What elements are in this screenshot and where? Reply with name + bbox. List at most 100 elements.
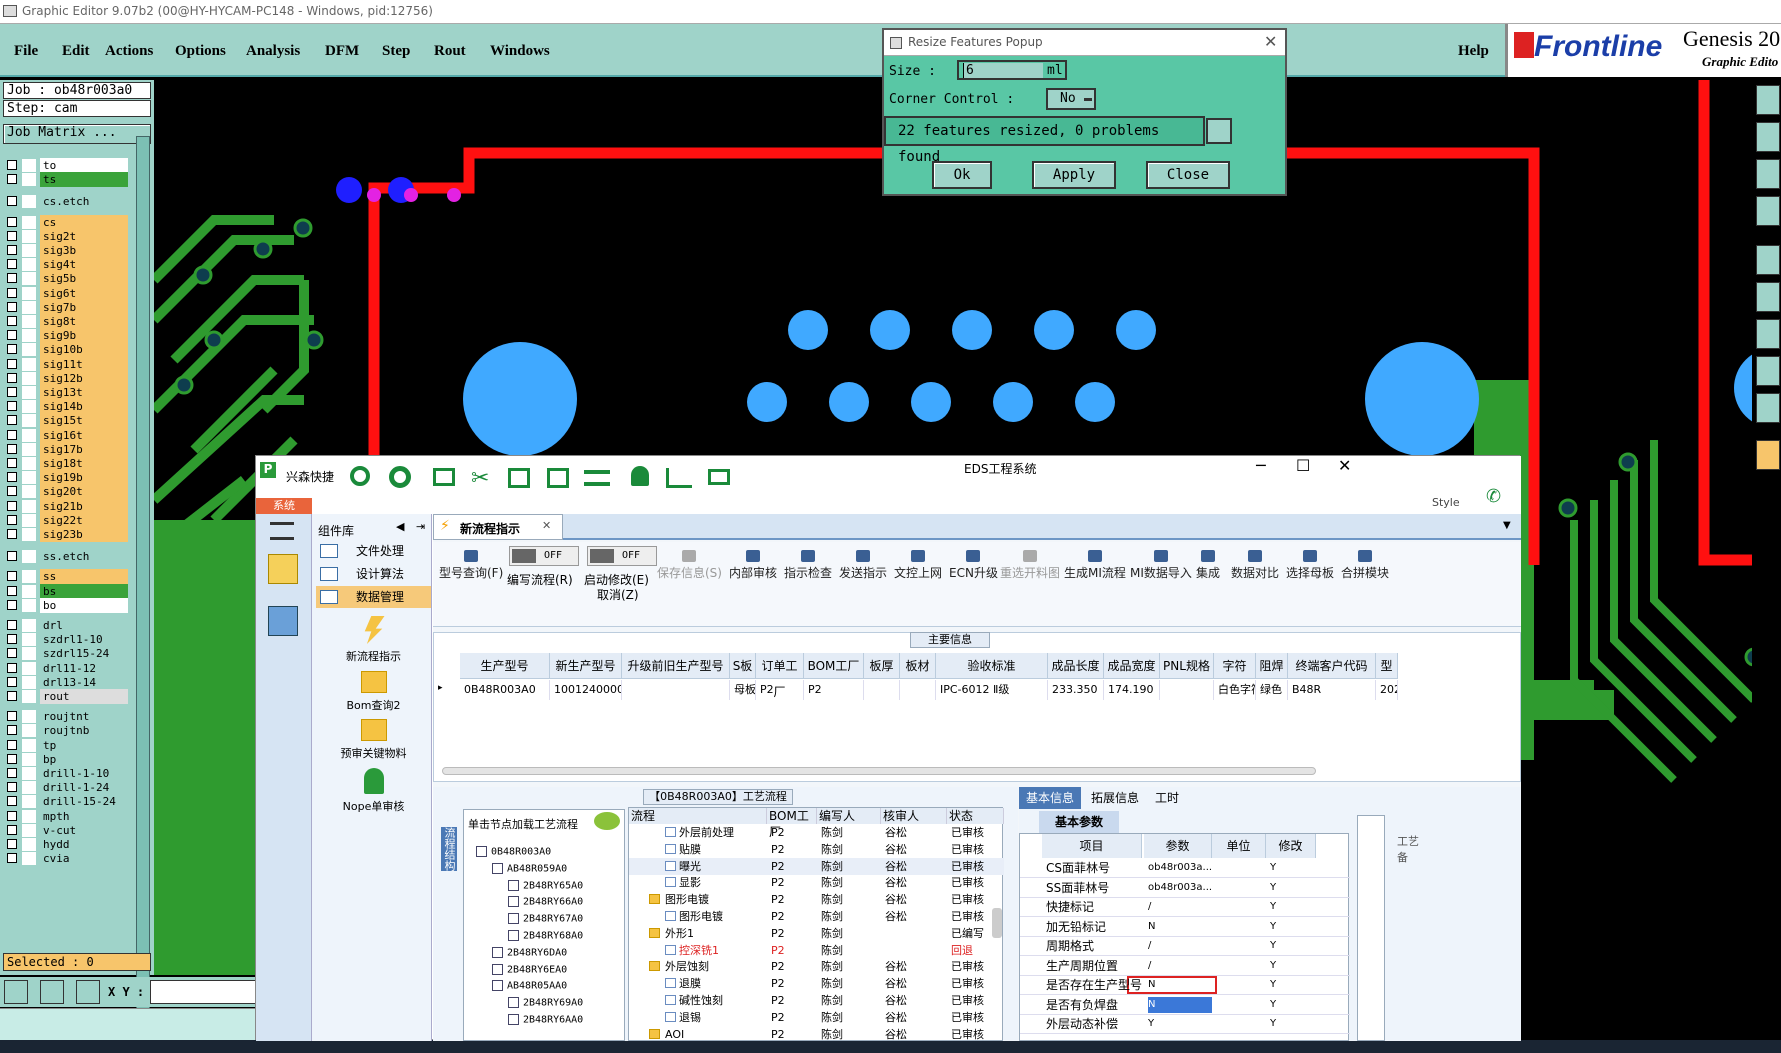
mi-import-button[interactable]: MI数据导入 <box>1130 550 1192 581</box>
size-input[interactable]: 6 <box>963 63 1043 78</box>
tree-checkbox[interactable] <box>492 862 503 874</box>
tab-dropdown-icon[interactable]: ▼ <box>1503 520 1511 531</box>
flow-row[interactable]: AOI P2 陈剑 谷松 已审核 <box>629 1026 1004 1043</box>
grid-cell[interactable]: 绿色 <box>1256 680 1288 700</box>
layer-row[interactable]: sig18t <box>5 456 128 471</box>
tree-checkbox[interactable] <box>508 930 519 941</box>
layer-checkbox[interactable] <box>7 620 17 630</box>
tree-node[interactable]: 2B48RY67A0 <box>508 913 583 925</box>
layer-checkbox[interactable] <box>7 782 17 793</box>
big-nope-review[interactable]: Nope单审核 <box>316 768 431 814</box>
param-column-header[interactable]: 修改 <box>1266 834 1316 858</box>
menu-actions[interactable]: Actions <box>105 43 153 60</box>
size-field[interactable]: 6 ml <box>957 60 1067 80</box>
layer-row[interactable]: ss.etch <box>5 549 128 565</box>
layer-row[interactable]: sig15t <box>5 413 128 429</box>
layer-checkbox[interactable] <box>7 259 17 270</box>
layer-checkbox[interactable] <box>7 676 17 687</box>
layer-checkbox[interactable] <box>7 711 17 722</box>
layer-checkbox[interactable] <box>7 216 17 227</box>
layer-row[interactable]: sig23b <box>5 527 128 542</box>
layer-checkbox[interactable] <box>7 387 17 397</box>
layer-row[interactable]: sig22t <box>5 512 128 528</box>
phone-icon[interactable]: ✆ <box>1486 486 1501 507</box>
param-column-header[interactable]: 单位 <box>1212 834 1266 858</box>
layer-row[interactable]: drill-1-24 <box>5 780 128 796</box>
layer-row[interactable]: sig16t <box>5 427 128 443</box>
tool-icon-4[interactable] <box>1756 196 1780 226</box>
grid-cell[interactable]: B48R <box>1288 680 1376 700</box>
auto-modify-toggle[interactable]: OFF <box>587 546 657 566</box>
layer-row[interactable]: drill-1-10 <box>5 766 128 781</box>
layer-row[interactable]: cvia <box>5 851 128 867</box>
layer-checkbox[interactable] <box>7 344 17 355</box>
scissors-icon[interactable]: ✂ <box>471 466 489 491</box>
status-graph-icon[interactable] <box>1206 118 1232 144</box>
layer-checkbox[interactable] <box>7 160 17 170</box>
param-cell[interactable]: ob48r003a... <box>1148 878 1212 898</box>
layer-row[interactable]: mpth <box>5 808 128 824</box>
tree-checkbox[interactable] <box>492 963 503 975</box>
layer-checkbox[interactable] <box>7 739 17 750</box>
layer-row[interactable]: hydd <box>5 837 128 852</box>
param-column-header[interactable]: 项目 <box>1042 834 1142 858</box>
layer-checkbox[interactable] <box>7 273 17 284</box>
layer-row[interactable]: sig19b <box>5 470 128 486</box>
flow-row[interactable]: 外层前处理 P2 陈剑 谷松 已审核 <box>629 824 1004 841</box>
xy-input[interactable] <box>150 980 258 1004</box>
tree-node[interactable]: 2B48RY66A0 <box>508 896 583 908</box>
flow-column-header[interactable]: 流程 <box>629 808 767 824</box>
tool-icon-7[interactable] <box>1756 319 1780 349</box>
menu-analysis[interactable]: Analysis <box>246 43 300 60</box>
layer-checkbox[interactable] <box>7 599 17 610</box>
param-row[interactable]: 是否有负焊盘 N Y <box>1020 995 1350 1015</box>
layer-row[interactable]: ss <box>5 569 128 585</box>
layer-checkbox[interactable] <box>7 551 17 562</box>
grid-cell[interactable] <box>864 680 900 700</box>
param-cell[interactable]: N <box>1148 917 1212 937</box>
monitor-icon[interactable] <box>708 469 730 485</box>
comp-data-management[interactable]: 数据管理 <box>316 586 431 608</box>
prev-icon[interactable]: ◀ <box>396 520 404 533</box>
layer-row[interactable]: sig2t <box>5 228 128 244</box>
layer-row[interactable]: v-cut <box>5 822 128 838</box>
column-header[interactable]: BOM工厂 <box>804 653 864 679</box>
tool-icon-9[interactable] <box>1756 393 1780 423</box>
layer-checkbox[interactable] <box>7 486 17 497</box>
menu-windows[interactable]: Windows <box>490 43 550 60</box>
layer-row[interactable]: bp <box>5 751 128 767</box>
tab-work-hours[interactable]: 工时 <box>1147 787 1187 809</box>
yx-module-icon[interactable] <box>268 554 298 584</box>
tree-node[interactable]: AB48R059A0 <box>492 862 567 874</box>
tree-checkbox[interactable] <box>508 997 519 1009</box>
layer-row[interactable]: drill-15-24 <box>5 794 128 810</box>
flow-row[interactable]: 外形1 P2 陈剑 已编写 <box>629 925 1004 942</box>
big-new-flow[interactable]: 新流程指示 <box>316 616 431 664</box>
corner-control-select[interactable]: No <box>1046 88 1096 110</box>
layer-row[interactable]: roujtnt <box>5 709 128 725</box>
table-icon[interactable] <box>433 468 455 486</box>
tree-checkbox[interactable] <box>508 896 519 908</box>
grid-icon[interactable] <box>76 980 100 1004</box>
process-side-tab[interactable]: 工艺备 <box>1397 833 1427 865</box>
layer-checkbox[interactable] <box>7 472 17 483</box>
layer-checkbox[interactable] <box>7 287 17 298</box>
ok-button[interactable]: Ok <box>932 161 992 189</box>
flow-row[interactable]: 碱性蚀刻 P2 陈剑 谷松 已审核 <box>629 992 1004 1009</box>
flow-row[interactable]: 曝光 P2 陈剑 谷松 已审核 <box>629 857 1004 875</box>
param-cell[interactable]: Y <box>1148 1014 1212 1034</box>
layer-checkbox[interactable] <box>7 839 17 849</box>
menu-step[interactable]: Step <box>382 43 410 60</box>
hamburger-icon[interactable] <box>270 522 294 540</box>
reselect-cut-button[interactable]: 重选开料图 <box>1000 550 1060 581</box>
layer-checkbox[interactable] <box>7 458 17 468</box>
layer-checkbox[interactable] <box>7 358 17 369</box>
column-header[interactable]: 板材 <box>900 653 936 679</box>
layer-checkbox[interactable] <box>7 301 17 312</box>
comp-design-algo[interactable]: 设计算法 <box>316 563 431 585</box>
param-row[interactable]: 加无铅标记 N Y <box>1020 917 1350 937</box>
column-header[interactable]: S板 <box>730 653 756 679</box>
tab-base-params[interactable]: 基本参数 <box>1039 811 1119 833</box>
pin-icon[interactable]: ⇥ <box>416 520 425 533</box>
chat-bubble-icon[interactable] <box>594 812 620 830</box>
